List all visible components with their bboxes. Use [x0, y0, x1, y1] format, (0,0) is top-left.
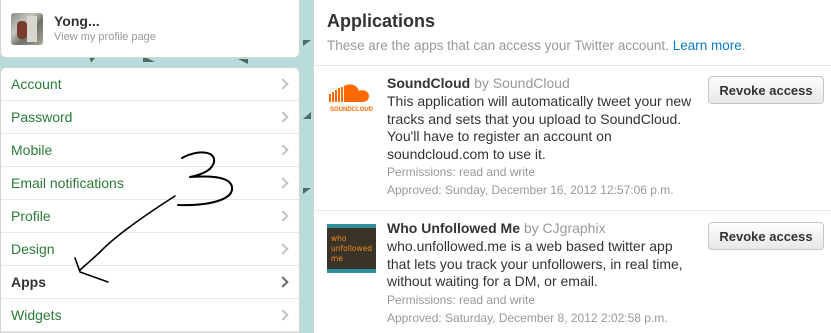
applications-header: Applications These are the apps that can… — [314, 0, 831, 66]
chevron-right-icon — [277, 144, 289, 156]
menu-item-label: Email notifications — [11, 175, 124, 191]
app-description: This application will automatically twee… — [387, 93, 692, 162]
profile-card[interactable]: Yong... View my profile page — [0, 0, 300, 58]
background-leaf — [303, 188, 311, 194]
settings-menu: Account Password Mobile Email notificati… — [0, 67, 300, 333]
page-subtitle: These are the apps that can access your … — [327, 38, 831, 53]
soundcloud-wordmark: SOUNDCLOUD — [330, 107, 374, 113]
logo-text: who — [331, 234, 347, 243]
app-approved-date: Approved: Sunday, December 16, 2012 12:5… — [387, 183, 674, 197]
soundcloud-logo: SOUNDCLOUD — [329, 84, 374, 113]
menu-item-email-notifications[interactable]: Email notifications — [1, 167, 299, 200]
chevron-right-icon — [277, 309, 289, 321]
menu-item-apps[interactable]: Apps — [1, 266, 299, 299]
revoke-access-button[interactable]: Revoke access — [708, 76, 824, 104]
app-details: Who Unfollowed Me by CJgraphix who.unfol… — [387, 220, 697, 327]
app-description: who.unfollowed.me is a web based twitter… — [387, 238, 683, 289]
menu-item-label: Mobile — [11, 142, 53, 158]
subtitle-period: . — [741, 38, 746, 53]
app-name: SoundCloud — [387, 75, 471, 91]
view-profile-link[interactable]: View my profile page — [54, 31, 156, 43]
chevron-right-icon — [277, 243, 289, 255]
background-leaf — [238, 59, 248, 64]
app-row-who-unfollowed-me: who unfollowed me Who Unfollowed Me by C… — [314, 212, 831, 333]
app-author: by SoundCloud — [474, 75, 570, 91]
logo-text: me — [331, 254, 343, 263]
menu-item-label: Design — [11, 241, 55, 257]
menu-item-label: Apps — [11, 274, 46, 290]
menu-item-account[interactable]: Account — [1, 68, 299, 101]
app-row-soundcloud: SOUNDCLOUD SoundCloud by SoundCloud This… — [314, 67, 831, 211]
who-unfollowed-me-logo: who unfollowed me — [327, 224, 376, 273]
avatar-figure — [17, 21, 27, 39]
app-details: SoundCloud by SoundCloud This applicatio… — [387, 75, 697, 199]
who-unfollowed-me-icon: who unfollowed me — [327, 224, 376, 273]
chevron-right-icon — [277, 78, 289, 90]
app-name: Who Unfollowed Me — [387, 220, 520, 236]
avatar[interactable] — [11, 13, 43, 45]
background-leaf — [303, 112, 311, 119]
avatar-figure — [27, 16, 37, 42]
menu-item-label: Widgets — [11, 307, 62, 323]
menu-item-mobile[interactable]: Mobile — [1, 134, 299, 167]
app-title: SoundCloud by SoundCloud — [387, 75, 697, 92]
menu-item-label: Account — [11, 76, 62, 92]
app-author: by CJgraphix — [523, 220, 606, 236]
app-permissions: Permissions: read and write — [387, 292, 536, 307]
menu-item-label: Profile — [11, 208, 51, 224]
page-title: Applications — [327, 11, 436, 31]
menu-item-password[interactable]: Password — [1, 101, 299, 134]
chevron-right-icon — [277, 210, 289, 222]
logo-text: unfollowed — [331, 244, 372, 253]
profile-name[interactable]: Yong... — [54, 13, 100, 29]
app-approved-date: Approved: Saturday, December 8, 2012 2:0… — [387, 310, 668, 325]
revoke-access-button[interactable]: Revoke access — [708, 222, 824, 250]
menu-item-widgets[interactable]: Widgets — [1, 299, 299, 332]
app-title: Who Unfollowed Me by CJgraphix — [387, 220, 697, 237]
chevron-right-icon — [277, 177, 289, 189]
background-leaf — [303, 40, 311, 46]
soundcloud-icon: SOUNDCLOUD — [327, 80, 376, 129]
learn-more-link[interactable]: Learn more — [673, 38, 742, 53]
chevron-right-icon — [277, 111, 289, 123]
app-permissions: Permissions: read and write — [387, 165, 536, 179]
menu-item-profile[interactable]: Profile — [1, 200, 299, 233]
menu-item-design[interactable]: Design — [1, 233, 299, 266]
chevron-right-icon — [277, 276, 289, 288]
menu-item-label: Password — [11, 109, 73, 125]
subtitle-text: These are the apps that can access your … — [327, 38, 669, 53]
applications-panel: Applications These are the apps that can… — [313, 0, 831, 333]
